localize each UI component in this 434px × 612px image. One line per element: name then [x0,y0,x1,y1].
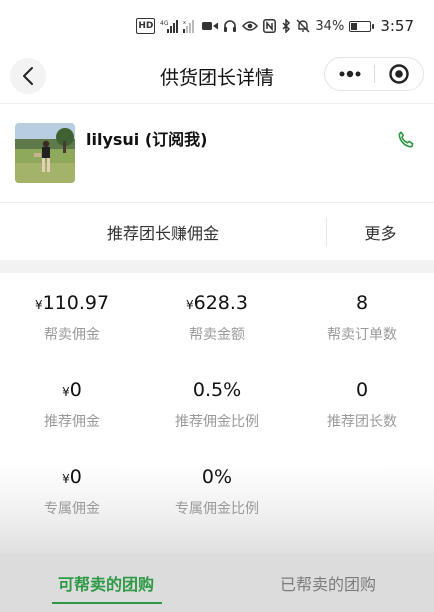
battery-icon [349,20,375,32]
stat-currency: ¥ [62,385,70,399]
recommend-leader-button[interactable]: 推荐团长赚佣金 [0,203,326,261]
stat-currency: ¥ [34,298,43,312]
leader-profile: lilysui (订阅我) [0,103,434,201]
stat-label: 帮卖金额 [189,327,245,343]
stat-number: 0.5% [192,379,242,401]
stat-referral-rate: 0.5% 推荐佣金比例 [145,377,289,431]
status-bar: HD 4G x 34% 3:57 [0,0,434,50]
nav-bar: 供货团长详情 [0,50,434,102]
stat-label: 专属佣金 [44,501,100,517]
mute-icon [296,18,310,34]
stat-value: 8 [290,290,434,316]
phone-icon [398,131,414,148]
stat-number: 0 [69,379,82,401]
stat-number: 8 [355,292,369,314]
stat-number: 0 [69,466,82,488]
stat-value: 0% [145,464,289,490]
battery-percent: 34% [315,18,345,34]
leader-name: lilysui (订阅我) [86,130,208,149]
svg-text:x: x [183,20,186,26]
stat-exclusive-rate: 0% 专属佣金比例 [145,464,289,518]
stat-sales-commission: ¥110.97 帮卖佣金 [0,290,144,344]
stat-label: 帮卖订单数 [327,327,397,343]
group-buy-tabs: 可帮卖的团购 已帮卖的团购 [0,553,434,612]
nfc-icon [263,18,277,34]
close-miniprogram-button[interactable] [375,58,423,90]
miniprogram-capsule [324,57,424,91]
stat-value: ¥110.97 [0,290,144,316]
section-gap [0,260,434,273]
target-close-icon [389,64,409,84]
network-label: 4G [160,20,169,27]
stat-number: 0 [355,379,369,401]
video-icon [202,18,219,34]
stat-number: 0% [201,466,233,488]
stat-label: 推荐佣金比例 [175,414,259,430]
headset-icon [223,18,237,34]
stat-value: 0.5% [145,377,289,403]
avatar[interactable] [15,123,75,183]
status-time: 3:57 [380,17,414,35]
stat-value: ¥628.3 [145,290,289,316]
stat-number: 628.3 [193,292,249,314]
stat-number: 110.97 [42,292,110,314]
status-icons: HD 4G x 34% 3:57 [136,16,414,36]
stat-referral-count: 0 推荐团长数 [290,377,434,431]
signal-icon: 4G [160,18,179,34]
more-button[interactable] [325,58,374,90]
call-button[interactable] [394,128,418,152]
stat-referral-commission: ¥0 推荐佣金 [0,377,144,431]
stat-value: ¥0 [0,377,144,403]
tab-sold-group-buys[interactable]: 已帮卖的团购 [222,553,434,612]
active-tab-indicator [52,602,162,604]
more-link[interactable]: 更多 [327,203,434,261]
stat-label: 专属佣金比例 [175,501,259,517]
more-dots-icon [339,70,360,78]
stat-sales-orders: 8 帮卖订单数 [290,290,434,344]
stat-currency: ¥ [185,298,194,312]
stat-exclusive-commission: ¥0 专属佣金 [0,464,144,518]
action-row: 推荐团长赚佣金 更多 [0,202,434,260]
hd-icon: HD [136,18,156,34]
stat-sales-amount: ¥628.3 帮卖金额 [145,290,289,344]
bluetooth-icon [281,18,291,34]
stat-label: 推荐团长数 [327,414,397,430]
battery-fill [351,22,358,30]
signal-weak-icon: x [183,18,197,34]
stat-label: 帮卖佣金 [44,327,100,343]
stats-grid: ¥110.97 帮卖佣金 ¥628.3 帮卖金额 8 帮卖订单数 ¥0 推荐佣金… [0,273,434,553]
stat-label: 推荐佣金 [44,414,100,430]
eye-icon [242,18,259,34]
stat-currency: ¥ [62,472,70,486]
stat-value: 0 [290,377,434,403]
stat-value: ¥0 [0,464,144,490]
